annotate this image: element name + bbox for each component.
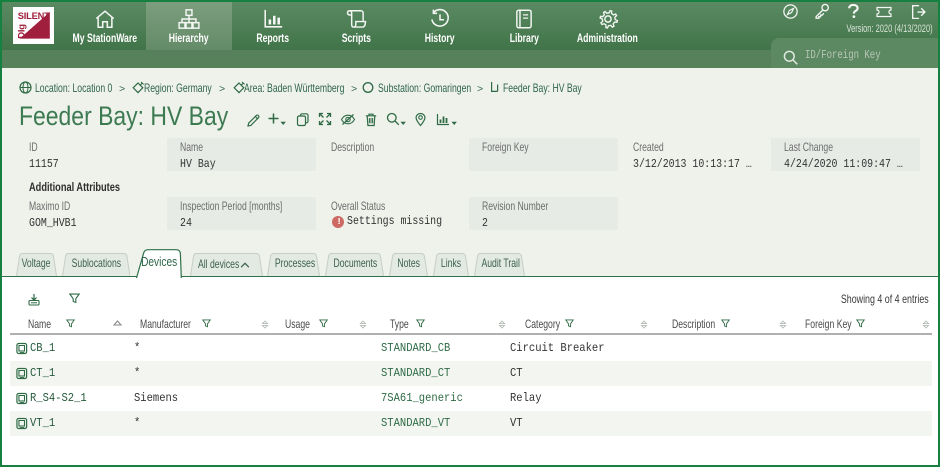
svg-text:SILENT: SILENT [18, 10, 50, 21]
svg-text:DIg: DIg [17, 24, 28, 39]
